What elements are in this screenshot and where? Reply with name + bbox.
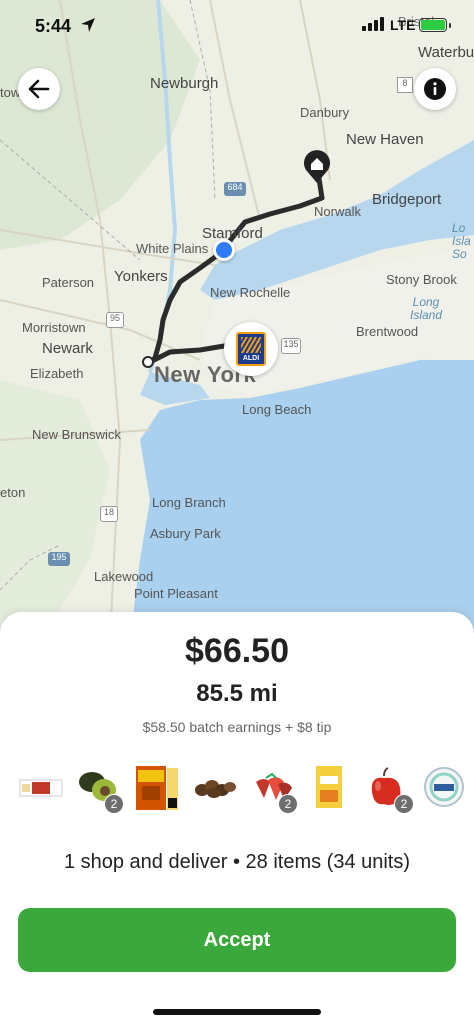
quantity-badge: 2 bbox=[278, 794, 298, 814]
quantity-badge: 2 bbox=[394, 794, 414, 814]
signal-icon bbox=[362, 17, 384, 31]
map-label: eton bbox=[0, 485, 26, 500]
map-label: Lo Isla So bbox=[452, 221, 471, 261]
map-label: New Brunswick bbox=[32, 427, 121, 442]
info-icon bbox=[424, 78, 446, 100]
cereal-box-icon bbox=[316, 766, 342, 808]
bread-icon bbox=[136, 766, 178, 810]
item-thumbnail[interactable] bbox=[192, 762, 240, 812]
offer-distance: 85.5 mi bbox=[196, 680, 278, 707]
arrow-left-icon bbox=[28, 79, 50, 99]
map-label: Asbury Park bbox=[150, 526, 221, 541]
map-label: Paterson bbox=[42, 275, 95, 290]
aldi-logo-icon: ALDI bbox=[236, 332, 266, 366]
store-marker[interactable]: ALDI bbox=[224, 322, 278, 376]
map-label: New Haven bbox=[346, 131, 424, 148]
map-view[interactable]: 684 8 95 135 18 195 tow Bristol Waterbu … bbox=[0, 0, 474, 640]
map-label: Morristown bbox=[22, 320, 86, 335]
item-thumbnail[interactable] bbox=[422, 762, 470, 812]
map-label: Long Beach bbox=[242, 402, 312, 417]
map-label: Stony Brook bbox=[386, 272, 457, 287]
cream-cheese-icon bbox=[19, 779, 63, 797]
item-thumbnail[interactable] bbox=[308, 762, 356, 812]
map-label: Long Branch bbox=[152, 495, 226, 510]
quantity-badge: 2 bbox=[104, 794, 124, 814]
highway-shield-icon: 135 bbox=[281, 338, 301, 354]
map-label: Lakewood bbox=[94, 569, 154, 584]
item-thumbnail[interactable] bbox=[134, 762, 182, 812]
map-label: Danbury bbox=[300, 105, 350, 120]
store-logo-text: ALDI bbox=[242, 355, 260, 362]
highway-shield-icon: 195 bbox=[48, 552, 70, 566]
item-thumbnails[interactable]: 2 2 2 bbox=[14, 762, 464, 822]
network-label: LTE bbox=[390, 17, 416, 33]
status-time: 5:44 bbox=[35, 16, 72, 36]
chestnuts-icon bbox=[195, 780, 236, 798]
map-label: New Rochelle bbox=[210, 285, 291, 300]
home-marker-icon[interactable] bbox=[302, 148, 332, 183]
highway-shield-icon: 18 bbox=[100, 506, 118, 522]
battery-icon bbox=[419, 18, 451, 32]
map-label: Newburgh bbox=[150, 75, 219, 92]
current-location-icon bbox=[213, 239, 235, 261]
order-summary: 1 shop and deliver • 28 items (34 units) bbox=[63, 851, 411, 873]
map-label: Long Island bbox=[410, 295, 443, 322]
item-thumbnail[interactable] bbox=[18, 762, 66, 812]
highway-shield-icon: 95 bbox=[106, 312, 124, 328]
map-label: Stamford bbox=[202, 225, 263, 242]
location-arrow-icon bbox=[81, 18, 95, 32]
accept-button[interactable]: Accept bbox=[18, 908, 456, 972]
map-label: Bridgeport bbox=[372, 191, 442, 208]
info-button[interactable] bbox=[414, 68, 456, 110]
back-button[interactable] bbox=[18, 68, 60, 110]
item-thumbnail[interactable]: 2 bbox=[250, 762, 298, 814]
status-bar: 5:44 LTE bbox=[0, 0, 474, 50]
item-thumbnail[interactable]: 2 bbox=[76, 762, 124, 814]
map-label: Elizabeth bbox=[30, 366, 84, 381]
map-label: Norwalk bbox=[314, 204, 361, 219]
map-label: White Plains bbox=[136, 241, 209, 256]
offer-sheet: $66.50 85.5 mi $58.50 batch earnings + $… bbox=[0, 612, 474, 1025]
map-label: Newark bbox=[42, 340, 93, 357]
map-label: Point Pleasant bbox=[134, 586, 218, 601]
offer-price: $66.50 bbox=[185, 632, 289, 670]
map-label: Brentwood bbox=[356, 324, 419, 339]
highway-shield-icon: 684 bbox=[224, 182, 246, 196]
highway-shield-icon: 8 bbox=[397, 77, 413, 93]
paper-plates-icon bbox=[424, 767, 464, 807]
item-thumbnail[interactable]: 2 bbox=[366, 762, 414, 814]
home-indicator[interactable] bbox=[153, 1009, 321, 1015]
map-label: Yonkers bbox=[114, 268, 168, 285]
earnings-breakdown: $58.50 batch earnings + $8 tip bbox=[142, 719, 332, 735]
